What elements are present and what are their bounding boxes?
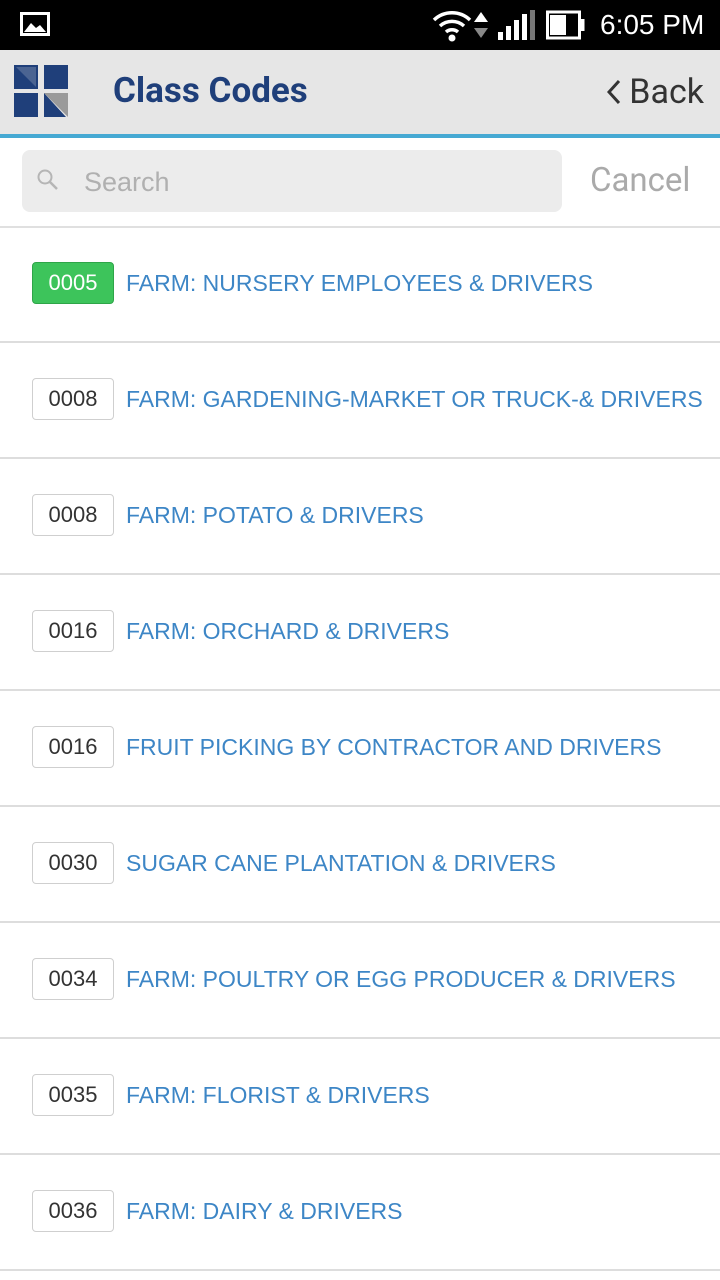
class-code-description: FRUIT PICKING BY CONTRACTOR AND DRIVERS xyxy=(126,734,662,760)
class-code-badge: 0030 xyxy=(32,842,114,884)
list-item[interactable]: 0016 FRUIT PICKING BY CONTRACTOR AND DRIV… xyxy=(0,691,720,807)
class-code-badge: 0034 xyxy=(32,958,114,1000)
search-bar: Cancel xyxy=(0,138,720,228)
list-item[interactable]: 0034 FARM: POULTRY OR EGG PRODUCER & DRIV… xyxy=(0,923,720,1039)
list-item[interactable]: 0008 FARM: GARDENING-MARKET OR TRUCK-& DR… xyxy=(0,343,720,459)
search-box[interactable] xyxy=(22,150,562,214)
class-code-list: 0005 FARM: NURSERY EMPLOYEES & DRIVERS 000… xyxy=(0,227,720,1271)
back-label: Back xyxy=(629,72,704,112)
class-code-description: SUGAR CANE PLANTATION & DRIVERS xyxy=(126,850,556,876)
page-title: Class Codes xyxy=(113,70,308,111)
list-item[interactable]: 0016 FARM: ORCHARD & DRIVERS xyxy=(0,575,720,691)
battery-icon xyxy=(546,10,585,40)
class-code-description: FARM: POULTRY OR EGG PRODUCER & DRIVERS xyxy=(126,966,676,992)
list-item[interactable]: 0035 FARM: FLORIST & DRIVERS xyxy=(0,1039,720,1155)
class-code-badge: 0035 xyxy=(32,1074,114,1116)
status-bar: 6:05 PM xyxy=(0,0,720,50)
class-code-badge: 0016 xyxy=(32,726,114,768)
class-code-description: FARM: DAIRY & DRIVERS xyxy=(126,1198,403,1224)
signal-icon xyxy=(498,10,535,40)
wifi-icon xyxy=(432,11,472,42)
class-code-description: FARM: ORCHARD & DRIVERS xyxy=(126,618,450,644)
company-logo xyxy=(14,65,68,117)
search-icon xyxy=(37,169,58,190)
data-arrows-icon xyxy=(474,12,488,38)
status-time: 6:05 PM xyxy=(600,9,705,40)
chevron-left-icon xyxy=(607,79,621,105)
back-button[interactable]: Back xyxy=(607,72,704,112)
class-code-description: FARM: GARDENING-MARKET OR TRUCK-& DRIVER… xyxy=(126,386,703,412)
class-code-description: FARM: NURSERY EMPLOYEES & DRIVERS xyxy=(126,270,593,296)
class-code-badge: 0008 xyxy=(32,494,114,536)
list-item[interactable]: 0036 FARM: DAIRY & DRIVERS xyxy=(0,1155,720,1271)
list-item[interactable]: 0008 FARM: POTATO & DRIVERS xyxy=(0,459,720,575)
list-item[interactable]: 0030 SUGAR CANE PLANTATION & DRIVERS xyxy=(0,807,720,923)
list-item[interactable]: 0005 FARM: NURSERY EMPLOYEES & DRIVERS xyxy=(0,227,720,343)
class-code-badge: 0008 xyxy=(32,378,114,420)
search-input[interactable] xyxy=(82,150,556,214)
class-code-description: FARM: POTATO & DRIVERS xyxy=(126,502,424,528)
image-icon xyxy=(20,12,50,36)
class-code-description: FARM: FLORIST & DRIVERS xyxy=(126,1082,430,1108)
app-header: Class Codes Back xyxy=(0,50,720,138)
cancel-button[interactable]: Cancel xyxy=(590,160,690,202)
class-code-badge: 0016 xyxy=(32,610,114,652)
class-code-badge: 0036 xyxy=(32,1190,114,1232)
class-code-badge: 0005 xyxy=(32,262,114,304)
